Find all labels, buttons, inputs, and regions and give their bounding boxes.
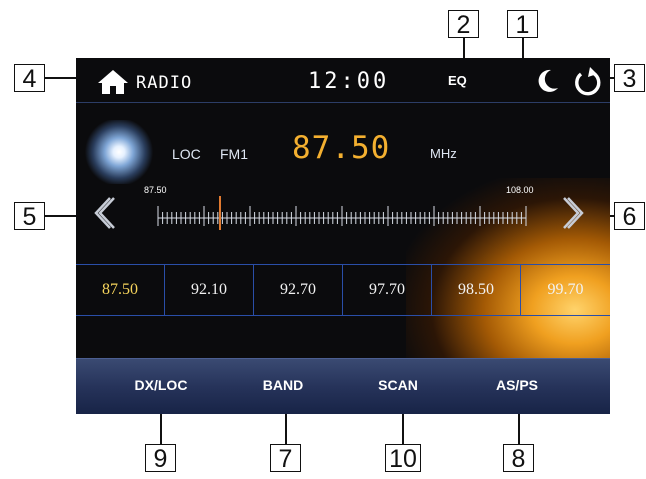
frequency-display: 87.50 <box>292 130 391 166</box>
callout-1: 1 <box>507 10 538 39</box>
callout-line-10 <box>402 413 404 444</box>
eq-button[interactable]: EQ <box>448 73 467 88</box>
band-indicator: FM1 <box>220 146 248 162</box>
softkey-bar: DX/LOC BAND SCAN AS/PS <box>76 358 610 414</box>
clock-display: 12:00 <box>308 69 390 94</box>
preset-row: 87.50 92.10 92.70 97.70 98.50 99.70 <box>76 264 610 316</box>
frequency-unit: MHz <box>430 146 457 161</box>
scan-button[interactable]: SCAN <box>343 377 453 393</box>
callout-6: 6 <box>614 202 645 231</box>
tuning-scale[interactable] <box>152 196 532 230</box>
chevron-right-icon[interactable] <box>562 194 588 232</box>
preset-6[interactable]: 99.70 <box>521 265 610 315</box>
preset-3[interactable]: 92.70 <box>254 265 343 315</box>
moon-icon[interactable] <box>536 68 560 94</box>
preset-1[interactable]: 87.50 <box>76 265 165 315</box>
callout-2: 2 <box>448 10 479 39</box>
back-icon[interactable] <box>572 66 602 96</box>
callout-4: 4 <box>14 64 45 93</box>
callout-9: 9 <box>145 444 176 473</box>
radio-screen: RADIO 12:00 EQ LOC FM1 87.50 MHz 87.50 1… <box>76 58 610 414</box>
scale-max-label: 108.00 <box>506 185 534 195</box>
page-title: RADIO <box>136 73 193 93</box>
callout-line-8 <box>518 413 520 444</box>
top-bar: RADIO 12:00 EQ <box>76 58 610 103</box>
asps-button[interactable]: AS/PS <box>462 377 572 393</box>
lens-flare <box>84 120 154 184</box>
callout-5: 5 <box>14 202 45 231</box>
callout-8: 8 <box>503 444 534 473</box>
preset-4[interactable]: 97.70 <box>343 265 432 315</box>
callout-10: 10 <box>385 444 421 473</box>
band-button[interactable]: BAND <box>228 377 338 393</box>
scale-min-label: 87.50 <box>144 185 167 195</box>
preset-5[interactable]: 98.50 <box>432 265 521 315</box>
callout-3: 3 <box>614 64 645 93</box>
preset-2[interactable]: 92.10 <box>165 265 254 315</box>
loc-indicator: LOC <box>172 146 201 162</box>
chevron-left-icon[interactable] <box>90 194 116 232</box>
dxloc-button[interactable]: DX/LOC <box>106 377 216 393</box>
home-icon[interactable] <box>96 68 130 96</box>
callout-7: 7 <box>270 444 301 473</box>
callout-line-7 <box>285 413 287 444</box>
callout-line-9 <box>160 413 162 444</box>
